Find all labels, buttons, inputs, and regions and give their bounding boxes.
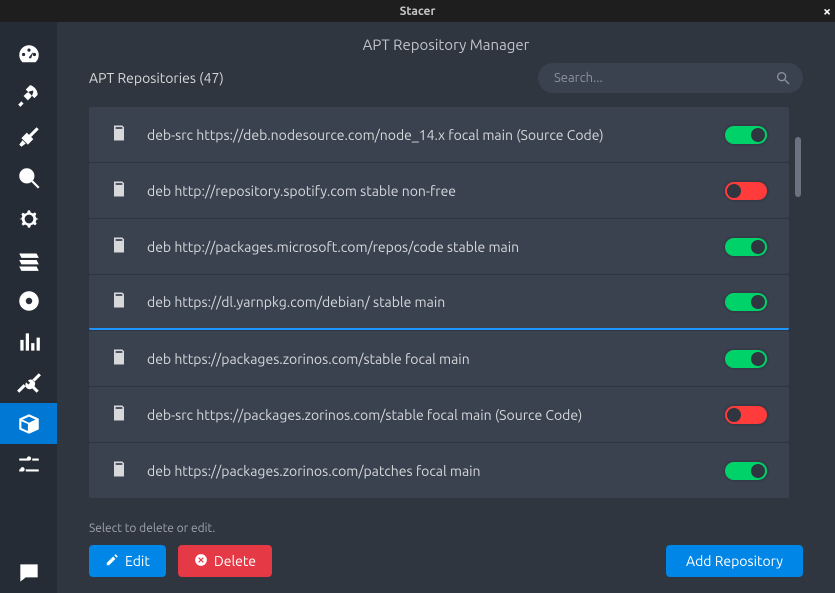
repo-label: deb http://repository.spotify.com stable… [147,183,705,199]
pencil-icon [105,553,119,570]
repo-label: deb https://packages.zorinos.com/patches… [147,463,705,479]
main-panel: APT Repository Manager APT Repositories … [57,22,835,593]
hint-text: Select to delete or edit. [89,522,803,535]
package-file-icon [109,235,129,259]
disc-icon [16,288,42,314]
chart-icon [16,329,42,355]
layers-icon [16,247,42,273]
package-file-icon [109,403,129,427]
page-title: APT Repository Manager [57,22,835,63]
sidebar-item-feedback[interactable] [0,552,57,593]
repo-toggle[interactable] [723,404,769,426]
gears-icon [16,206,42,232]
repo-toggle[interactable] [723,348,769,370]
app-window: Stacer × [0,0,835,593]
package-icon [16,411,42,437]
repo-label: deb http://packages.microsoft.com/repos/… [147,239,705,255]
repo-label: deb https://dl.yarnpkg.com/debian/ stabl… [147,294,705,310]
search-input[interactable] [538,63,803,93]
delete-button-label: Delete [214,553,256,569]
sidebar-item-cleaner[interactable] [0,116,57,157]
list-area: deb-src https://deb.nodesource.com/node_… [89,107,803,508]
repo-row[interactable]: deb http://packages.microsoft.com/repos/… [89,219,789,274]
delete-button[interactable]: Delete [178,545,272,577]
sidebar-item-search[interactable] [0,157,57,198]
package-file-icon [109,179,129,203]
package-file-icon [109,347,129,371]
repo-toggle[interactable] [723,124,769,146]
tools-icon [16,370,42,396]
search-field-wrap [538,63,803,93]
sidebar-item-resources[interactable] [0,321,57,362]
package-file-icon [109,459,129,483]
sidebar-item-helpers[interactable] [0,362,57,403]
edit-button-label: Edit [125,553,150,569]
sliders-icon [16,452,42,478]
repo-toggle[interactable] [723,291,769,313]
close-icon[interactable]: × [823,0,831,22]
scroll-thumb[interactable] [795,137,801,197]
add-repository-button[interactable]: Add Repository [666,545,803,577]
repo-row[interactable]: deb-src https://packages.zorinos.com/sta… [89,387,789,442]
repo-row[interactable]: deb https://packages.zorinos.com/stable … [89,331,789,386]
broom-icon [16,124,42,150]
repo-label: deb https://packages.zorinos.com/stable … [147,351,705,367]
comment-icon [16,560,42,586]
sidebar-item-processes[interactable] [0,239,57,280]
repo-row[interactable]: deb https://dl.yarnpkg.com/debian/ stabl… [89,275,789,330]
list-title-prefix: APT Repositories [89,70,196,86]
app-title: Stacer [400,5,436,18]
add-repository-label: Add Repository [686,553,783,569]
repo-row[interactable]: deb https://packages.zorinos.com/patches… [89,443,789,498]
repo-row[interactable]: deb http://repository.spotify.com stable… [89,163,789,218]
x-circle-icon [194,553,208,570]
list-count: 47 [204,70,220,86]
edit-button[interactable]: Edit [89,545,166,577]
sidebar-item-uninstaller[interactable] [0,280,57,321]
window-body: APT Repository Manager APT Repositories … [0,22,835,593]
sidebar-item-startup[interactable] [0,75,57,116]
gauge-icon [16,42,42,68]
sidebar-item-settings[interactable] [0,444,57,485]
list-header-row: APT Repositories (47) [89,63,803,93]
repo-row[interactable]: deb-src https://deb.nodesource.com/node_… [89,107,789,162]
content-area: APT Repositories (47) deb-src https://de… [57,63,835,593]
sidebar-item-dashboard[interactable] [0,34,57,75]
list-scrollbar[interactable] [793,107,803,508]
package-file-icon [109,123,129,147]
list-title: APT Repositories (47) [89,70,224,86]
sidebar [0,22,57,593]
rocket-icon [16,83,42,109]
repo-list: deb-src https://deb.nodesource.com/node_… [89,107,789,508]
repo-label: deb-src https://packages.zorinos.com/sta… [147,407,705,423]
repo-toggle[interactable] [723,180,769,202]
repo-toggle[interactable] [723,236,769,258]
sidebar-item-services[interactable] [0,198,57,239]
repo-toggle[interactable] [723,460,769,482]
package-file-icon [109,290,129,314]
title-bar: Stacer × [0,0,835,22]
search-icon [16,165,42,191]
sidebar-item-apt[interactable] [0,403,57,444]
action-bar: Edit Delete Add Repository [89,545,803,577]
search-icon [775,70,791,86]
repo-label: deb-src https://deb.nodesource.com/node_… [147,127,705,143]
